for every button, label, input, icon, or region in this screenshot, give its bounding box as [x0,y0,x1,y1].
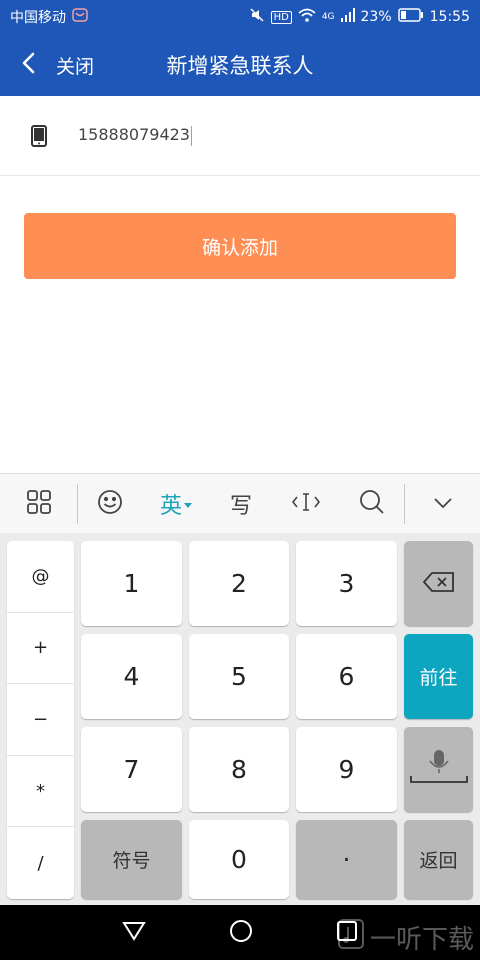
language-label: 英 [159,493,182,519]
caret-down-icon [184,494,192,513]
smiley-icon [97,489,123,519]
signal-icon [340,8,355,26]
phone-number-value: 15888079423 [78,125,190,145]
wifi-icon [298,8,316,26]
key-plus[interactable]: + [7,613,74,685]
battery-percent: 23% [360,9,392,25]
key-at[interactable]: @ [7,541,74,613]
home-circle-icon[interactable] [229,919,253,947]
numeric-keyboard: @ + − * / 1 2 3 4 5 6 前往 7 8 9 符号 0 · 返回 [0,533,480,905]
key-8[interactable]: 8 [189,727,289,812]
search-icon [359,489,385,519]
microphone-icon [409,748,469,792]
key-3[interactable]: 3 [296,541,397,626]
key-dot[interactable]: · [296,820,397,899]
app-bar: 关闭 新增紧急联系人 [0,34,480,96]
key-9[interactable]: 9 [296,727,397,812]
confirm-add-button[interactable]: 确认添加 [24,213,456,279]
key-slash[interactable]: / [7,827,74,899]
key-0[interactable]: 0 [189,820,289,899]
back-button[interactable] [0,34,56,96]
key-7[interactable]: 7 [81,727,182,812]
hd-badge: HD [270,10,292,24]
language-toggle[interactable]: 英 [142,474,210,534]
clock: 15:55 [429,9,470,25]
mute-icon [249,7,265,27]
handwriting-label: 写 [229,493,252,519]
symbol-column: @ + − * / [7,541,74,899]
phone-icon [0,124,78,147]
phone-input-row[interactable]: 15888079423 [0,96,480,176]
search-button[interactable] [340,474,404,534]
music-note-logo-icon [337,919,364,956]
key-5[interactable]: 5 [189,634,289,719]
battery-icon [397,8,424,26]
grid-icon [26,489,51,518]
backspace-icon [422,571,455,596]
chevron-left-icon [21,52,35,78]
key-4[interactable]: 4 [81,634,182,719]
key-minus[interactable]: − [7,684,74,756]
watermark-text: 一听下载 [369,925,474,955]
key-asterisk[interactable]: * [7,756,74,828]
key-1[interactable]: 1 [81,541,182,626]
symbols-key[interactable]: 符号 [81,820,182,899]
close-button[interactable]: 关闭 [56,52,94,79]
cursor-move-button[interactable] [272,474,340,534]
voice-space-key[interactable] [404,727,473,812]
keyboard-toolbar: 英 写 [0,473,480,533]
text-cursor-icon [291,491,321,517]
return-key[interactable]: 返回 [404,820,473,899]
status-bar: 中国移动 HD 4G 23% 15:55 [0,0,480,34]
key-6[interactable]: 6 [296,634,397,719]
back-triangle-icon[interactable] [121,920,146,946]
emoji-button[interactable] [78,474,142,534]
watermark: 一听下载 [337,919,474,956]
backspace-key[interactable] [404,541,473,626]
handwriting-button[interactable]: 写 [210,474,272,534]
carrier-label: 中国移动 [10,10,66,26]
chevron-down-icon [433,494,453,513]
key-2[interactable]: 2 [189,541,289,626]
collapse-keyboard-button[interactable] [405,474,480,534]
phone-number-input[interactable]: 15888079423 [78,125,192,146]
grid-menu-button[interactable] [0,474,77,534]
network-type: 4G [321,12,335,22]
sim-notification-icon [72,8,88,26]
go-key[interactable]: 前往 [404,634,473,719]
text-cursor [190,125,192,146]
